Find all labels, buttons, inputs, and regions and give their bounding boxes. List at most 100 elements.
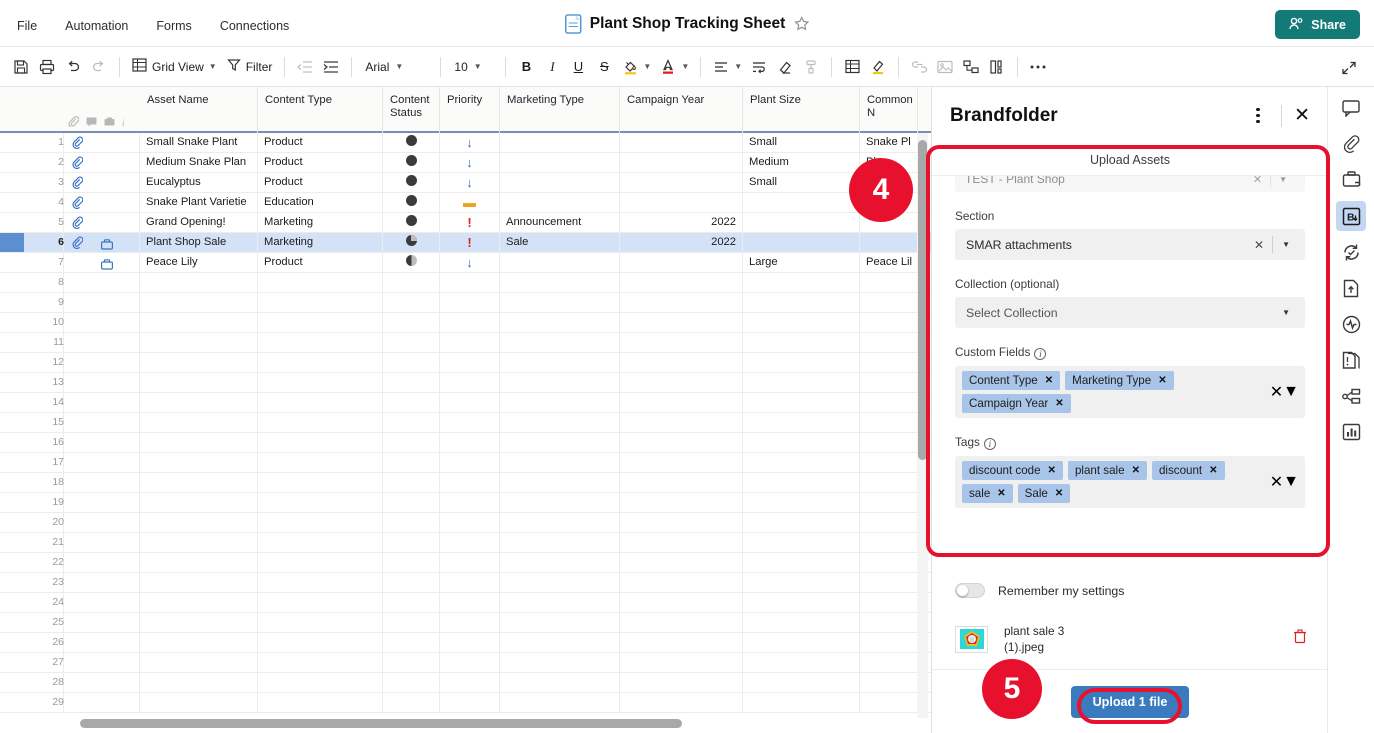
rail-publish-icon[interactable] [1336,273,1366,303]
table-cell-content-type[interactable]: Marketing [258,213,383,232]
table-cell-content-status[interactable] [383,193,440,212]
bold-button[interactable]: B [513,54,539,80]
strikethrough-button[interactable]: S [591,54,617,80]
info-icon[interactable]: i [1034,348,1047,360]
table-row[interactable]: 22 [0,553,931,573]
highlight-icon[interactable] [865,54,891,80]
table-cell-content-type[interactable]: Product [258,133,383,152]
row-number[interactable]: 3 [24,173,64,192]
table-cell-common-name[interactable] [860,213,918,232]
row-number[interactable]: 27 [24,653,64,672]
star-icon[interactable] [793,16,809,32]
expand-icon[interactable] [1336,55,1362,81]
table-cell-plant-size[interactable]: Small [743,133,860,152]
table-cell-common-name[interactable] [860,193,918,212]
table-cell-priority[interactable]: ↓ [440,173,500,192]
chip-remove-icon[interactable]: ✕ [1158,375,1166,386]
upload-file-button[interactable]: Upload 1 file [1070,685,1190,718]
table-row[interactable]: 9 [0,293,931,313]
row-number[interactable]: 10 [24,313,64,332]
table-cell-content-type[interactable]: Product [258,173,383,192]
undo-icon[interactable] [60,54,86,80]
table-cell-priority[interactable]: ↓ [440,153,500,172]
more-options-icon[interactable] [1025,54,1051,80]
redo-icon[interactable] [86,54,112,80]
font-size-selector[interactable]: 10 ▼ [448,57,498,77]
text-color-icon[interactable] [655,54,681,80]
table-cell-common-name[interactable] [860,233,918,252]
table-row[interactable]: 8 [0,273,931,293]
more-vertical-icon[interactable] [1247,105,1269,127]
table-cell-content-status[interactable] [383,133,440,152]
column-header[interactable]: Priority [440,87,500,133]
table-cell-asset-name[interactable]: Plant Shop Sale [140,233,258,252]
row-number[interactable]: 21 [24,533,64,552]
table-cell-campaign-year[interactable] [620,173,743,192]
table-row[interactable]: 3 Eucalyptus Product ↓ Small u [0,173,931,193]
clear-icon[interactable]: ✕ [1245,176,1270,186]
table-cell-campaign-year[interactable]: 2022 [620,213,743,232]
attachment-icon[interactable] [72,236,84,254]
tag-chip[interactable]: plant sale ✕ [1067,461,1147,480]
tag-chip[interactable]: discount code ✕ [962,461,1063,480]
table-row[interactable]: 23 [0,573,931,593]
chip-remove-icon[interactable]: ✕ [1055,488,1063,499]
row-number[interactable]: 12 [24,353,64,372]
chip-remove-icon[interactable]: ✕ [997,488,1005,499]
row-number[interactable]: 14 [24,393,64,412]
table-cell-plant-size[interactable] [743,213,860,232]
rail-activity-log-icon[interactable] [1336,309,1366,339]
remember-settings-toggle[interactable] [955,583,985,598]
clear-format-icon[interactable] [772,54,798,80]
brandfolder-selector[interactable]: TEST - Plant Shop ✕ ▼ [955,176,1305,192]
table-cell-campaign-year[interactable] [620,253,743,272]
card-view-icon[interactable] [984,54,1010,80]
table-cell-asset-name[interactable]: Snake Plant Varietie [140,193,258,212]
rail-chart-icon[interactable] [1336,417,1366,447]
custom-fields-selector[interactable]: Content Type ✕ Marketing Type ✕ Campaign Yea… [955,366,1305,418]
table-row[interactable]: 14 [0,393,931,413]
table-row[interactable]: 4 Snake Plant Varietie Education ▬ [0,193,931,213]
table-cell-marketing-type[interactable] [500,253,620,272]
align-chevron-icon[interactable]: ▼ [734,62,742,71]
clear-icon[interactable]: ✕ [1270,382,1283,402]
chip-remove-icon[interactable]: ✕ [1209,465,1217,476]
chip-remove-icon[interactable]: ✕ [1048,465,1056,476]
row-number[interactable]: 9 [24,293,64,312]
row-number[interactable]: 18 [24,473,64,492]
rail-update-request-icon[interactable] [1336,237,1366,267]
table-cell-marketing-type[interactable]: Announcement [500,213,620,232]
table-cell-priority[interactable]: ! [440,213,500,232]
row-number[interactable]: 16 [24,433,64,452]
table-cell-plant-size[interactable]: Large [743,253,860,272]
row-number[interactable]: 8 [24,273,64,292]
chevron-down-icon[interactable]: ▼ [1273,240,1299,249]
trash-icon[interactable] [1293,629,1307,649]
indent-increase-icon[interactable] [318,54,344,80]
hierarchy-icon[interactable] [958,54,984,80]
table-cell-content-status[interactable] [383,253,440,272]
table-cell-marketing-type[interactable] [500,193,620,212]
rail-attachment-icon[interactable] [1336,129,1366,159]
attachment-icon[interactable] [72,176,84,194]
text-color-chevron-icon[interactable]: ▼ [681,62,689,71]
table-cell-plant-size[interactable]: Small [743,173,860,192]
table-cell-content-type[interactable]: Education [258,193,383,212]
align-left-icon[interactable] [708,54,734,80]
table-cell-asset-name[interactable]: Grand Opening! [140,213,258,232]
table-row[interactable]: 18 [0,473,931,493]
row-number[interactable]: 4 [24,193,64,212]
menu-item-automation[interactable]: Automation [62,17,131,35]
table-cell-asset-name[interactable]: Eucalyptus [140,173,258,192]
attachment-icon[interactable] [72,136,84,154]
table-cell-common-name[interactable]: Peace Lil [860,253,918,272]
table-cell-common-name[interactable]: Snake Pl [860,133,918,152]
row-number[interactable]: 15 [24,413,64,432]
table-cell-marketing-type[interactable] [500,133,620,152]
table-row[interactable]: 6 Plant Shop Sale Marketing! Sale 2022 [0,233,931,253]
close-icon[interactable]: ✕ [1294,106,1310,125]
column-header[interactable]: Content Status [383,87,440,133]
collection-selector[interactable]: Select Collection ▼ [955,297,1305,328]
menu-item-forms[interactable]: Forms [153,17,194,35]
vertical-scrollbar[interactable] [918,140,927,460]
